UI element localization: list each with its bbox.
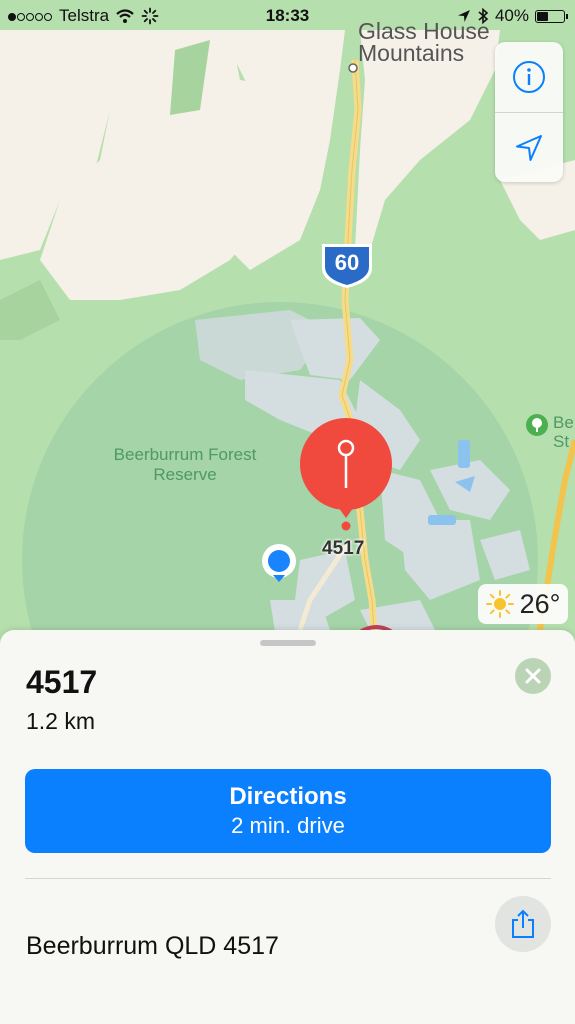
pin-label: 4517 (322, 538, 365, 559)
location-arrow-icon (516, 135, 542, 161)
directions-label: Directions (229, 783, 347, 810)
weather-badge: 26° (478, 584, 568, 624)
close-button[interactable] (515, 658, 551, 694)
place-title: 4517 (26, 664, 98, 700)
place-distance: 1.2 km (26, 708, 96, 734)
tree-icon (526, 414, 548, 436)
directions-button[interactable]: Directions 2 min. drive (25, 769, 551, 853)
map-view[interactable]: Telstra 18:33 40% Glass House Mountains … (0, 0, 575, 660)
user-location-icon[interactable] (260, 542, 298, 582)
forest-reserve-label: Beerburrum Forest Reserve (113, 445, 257, 484)
directions-eta: 2 min. drive (231, 813, 345, 838)
sun-icon (485, 590, 514, 618)
info-icon (513, 61, 545, 93)
highway-shield-number: 60 (334, 250, 360, 275)
poi-beerburrum[interactable]: Be St (525, 413, 575, 451)
map-controls (495, 42, 563, 182)
place-address: Beerburrum QLD 4517 (26, 932, 279, 960)
track-location-button[interactable] (495, 113, 563, 183)
battery-icon (535, 9, 568, 23)
poi-label: Be St (553, 413, 574, 451)
close-icon (525, 668, 541, 684)
place-card-sheet[interactable]: 4517 1.2 km Directions 2 min. drive Beer… (0, 630, 575, 1024)
share-icon (512, 909, 534, 938)
info-button[interactable] (495, 42, 563, 112)
place-label-glass-house-mountains: Glass House Mountains (358, 18, 490, 66)
share-button[interactable] (495, 896, 551, 952)
sheet-grabber[interactable] (260, 640, 316, 646)
dropped-pin-icon[interactable] (298, 418, 394, 536)
divider (25, 878, 551, 879)
weather-temperature: 26° (519, 588, 561, 619)
